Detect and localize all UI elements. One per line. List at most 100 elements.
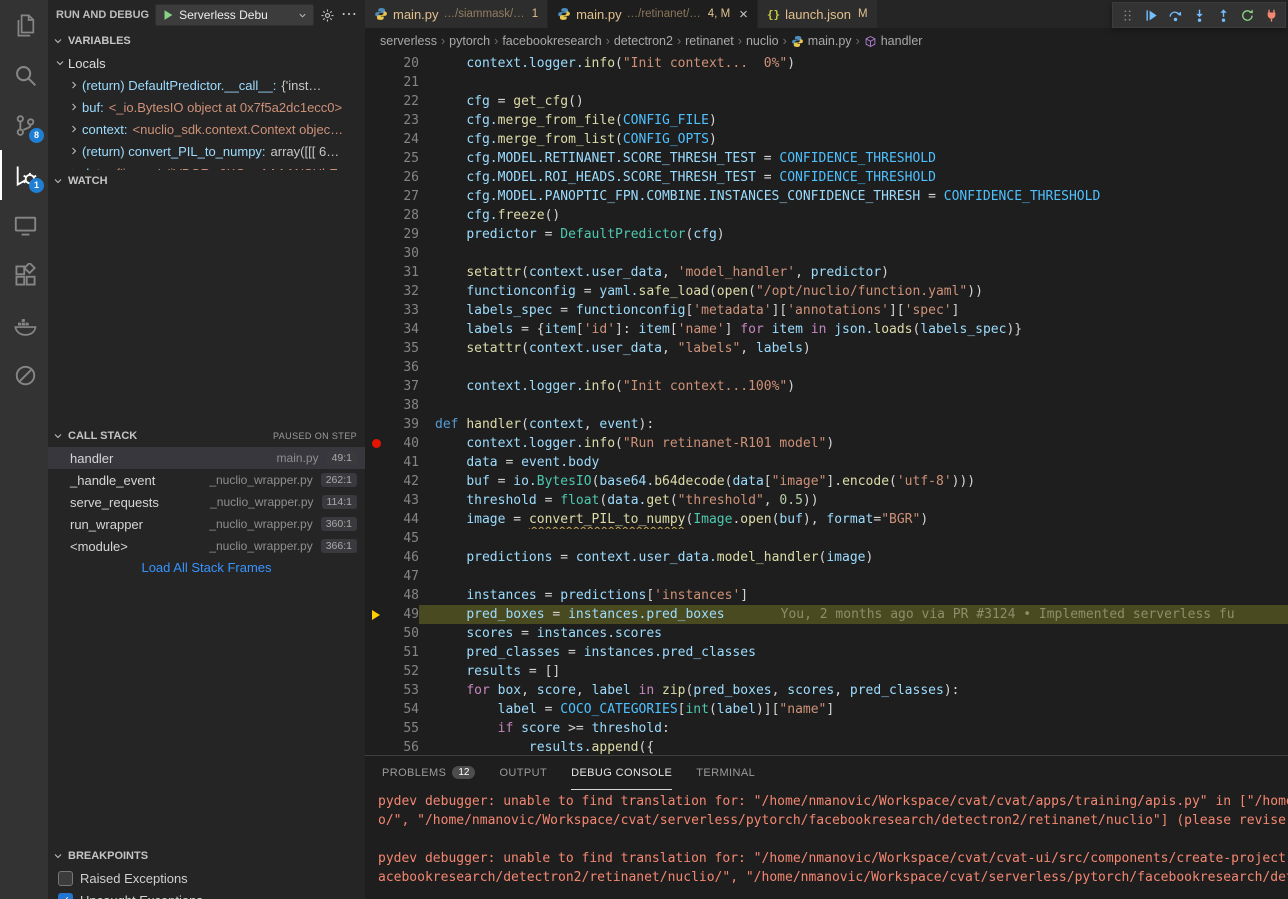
gutter[interactable]: [365, 681, 387, 700]
breadcrumb-item-retinanet[interactable]: retinanet: [685, 34, 734, 48]
breadcrumb-item-facebookresearch[interactable]: facebookresearch: [502, 34, 601, 48]
breadcrumb-item-handler[interactable]: handler: [864, 34, 923, 48]
gutter[interactable]: [365, 472, 387, 491]
current-line-gutter[interactable]: [365, 605, 387, 624]
panel-tab-debug-console[interactable]: DEBUG CONSOLE: [571, 756, 672, 790]
breakpoint-row[interactable]: Raised Exceptions: [48, 867, 365, 889]
code-line-50[interactable]: 50 scores = instances.scores: [365, 624, 1288, 643]
panel-tab-output[interactable]: OUTPUT: [499, 756, 547, 790]
code-line-25[interactable]: 25 cfg.MODEL.RETINANET.SCORE_THRESH_TEST…: [365, 149, 1288, 168]
variable-row[interactable]: buf:<_io.BytesIO object at 0x7f5a2dc1ecc…: [48, 96, 365, 118]
editor-tab-3[interactable]: {}launch.jsonM: [758, 0, 878, 28]
gutter[interactable]: [365, 662, 387, 681]
activity-item-remote-explorer[interactable]: [0, 200, 48, 250]
gutter[interactable]: [365, 643, 387, 662]
debug-console-output[interactable]: pydev debugger: unable to find translati…: [365, 790, 1288, 887]
code-line-30[interactable]: 30: [365, 244, 1288, 263]
code-line-38[interactable]: 38: [365, 396, 1288, 415]
variables-scope-locals[interactable]: Locals: [48, 52, 365, 74]
gutter[interactable]: [365, 92, 387, 111]
gutter[interactable]: [365, 168, 387, 187]
gutter[interactable]: [365, 206, 387, 225]
code-line-52[interactable]: 52 results = []: [365, 662, 1288, 681]
gutter[interactable]: [365, 339, 387, 358]
code-line-20[interactable]: 20 context.logger.info("Init context... …: [365, 54, 1288, 73]
gutter[interactable]: [365, 738, 387, 755]
breadcrumb-item-detectron2[interactable]: detectron2: [614, 34, 673, 48]
gutter[interactable]: [365, 719, 387, 738]
activity-item-search[interactable]: [0, 50, 48, 100]
gutter[interactable]: [365, 529, 387, 548]
start-debugging-icon[interactable]: [161, 8, 175, 22]
more-actions-icon[interactable]: ⋯: [341, 7, 357, 23]
code-editor[interactable]: 20 context.logger.info("Init context... …: [365, 54, 1288, 755]
gutter[interactable]: [365, 320, 387, 339]
gutter[interactable]: [365, 415, 387, 434]
settings-gear-icon[interactable]: [320, 8, 335, 23]
gripper-icon[interactable]: [1115, 3, 1139, 27]
stack-frame[interactable]: <module>_nuclio_wrapper.py366:1: [48, 535, 365, 557]
variables-section-header[interactable]: VARIABLES: [48, 30, 365, 52]
code-line-31[interactable]: 31 setattr(context.user_data, 'model_han…: [365, 263, 1288, 282]
variable-row[interactable]: data:{'image': 'iVBORw0KGgoAAAANSUhE…: [48, 162, 365, 170]
stack-frame[interactable]: _handle_event_nuclio_wrapper.py262:1: [48, 469, 365, 491]
code-line-40[interactable]: 40 context.logger.info("Run retinanet-R1…: [365, 434, 1288, 453]
breadcrumb-item-mainpy[interactable]: main.py: [791, 34, 852, 48]
disconnect-icon[interactable]: [1259, 3, 1283, 27]
gutter[interactable]: [365, 358, 387, 377]
breakpoint-row[interactable]: ✓Uncaught Exceptions: [48, 889, 365, 899]
code-line-54[interactable]: 54 label = COCO_CATEGORIES[int(label)]["…: [365, 700, 1288, 719]
close-icon[interactable]: ×: [739, 7, 748, 22]
stack-frame[interactable]: run_wrapper_nuclio_wrapper.py360:1: [48, 513, 365, 535]
code-line-51[interactable]: 51 pred_classes = instances.pred_classes: [365, 643, 1288, 662]
call-stack-section-header[interactable]: CALL STACK PAUSED ON STEP: [48, 425, 365, 447]
code-line-28[interactable]: 28 cfg.freeze(): [365, 206, 1288, 225]
code-line-42[interactable]: 42 buf = io.BytesIO(base64.b64decode(dat…: [365, 472, 1288, 491]
activity-item-docker[interactable]: [0, 300, 48, 350]
gutter[interactable]: [365, 111, 387, 130]
gutter[interactable]: [365, 624, 387, 643]
gutter[interactable]: [365, 491, 387, 510]
gutter[interactable]: [365, 54, 387, 73]
code-line-46[interactable]: 46 predictions = context.user_data.model…: [365, 548, 1288, 567]
variable-row[interactable]: (return) DefaultPredictor.__call__:{'ins…: [48, 74, 365, 96]
step-into-icon[interactable]: [1187, 3, 1211, 27]
code-line-45[interactable]: 45: [365, 529, 1288, 548]
panel-tab-terminal[interactable]: TERMINAL: [696, 756, 755, 790]
code-line-33[interactable]: 33 labels_spec = functionconfig['metadat…: [365, 301, 1288, 320]
activity-item-source-control[interactable]: 8: [0, 100, 48, 150]
gutter[interactable]: [365, 586, 387, 605]
code-line-56[interactable]: 56 results.append({: [365, 738, 1288, 755]
activity-item-run-and-debug[interactable]: 1: [0, 150, 48, 200]
code-line-27[interactable]: 27 cfg.MODEL.PANOPTIC_FPN.COMBINE.INSTAN…: [365, 187, 1288, 206]
code-line-49[interactable]: 49 pred_boxes = instances.pred_boxesYou,…: [365, 605, 1288, 624]
code-line-26[interactable]: 26 cfg.MODEL.ROI_HEADS.SCORE_THRESH_TEST…: [365, 168, 1288, 187]
gutter[interactable]: [365, 130, 387, 149]
gutter[interactable]: [365, 282, 387, 301]
code-line-47[interactable]: 47: [365, 567, 1288, 586]
gutter[interactable]: [365, 700, 387, 719]
variable-row[interactable]: context:<nuclio_sdk.context.Context obje…: [48, 118, 365, 140]
gutter[interactable]: [365, 244, 387, 263]
editor-tab-1[interactable]: main.py…/siammask/…1: [365, 0, 548, 28]
gutter[interactable]: [365, 548, 387, 567]
breadcrumb-item-nuclio[interactable]: nuclio: [746, 34, 779, 48]
stack-frame[interactable]: serve_requests_nuclio_wrapper.py114:1: [48, 491, 365, 513]
gutter[interactable]: [365, 225, 387, 244]
gutter[interactable]: [365, 263, 387, 282]
code-line-44[interactable]: 44 image = convert_PIL_to_numpy(Image.op…: [365, 510, 1288, 529]
gutter[interactable]: [365, 73, 387, 92]
gutter[interactable]: [365, 453, 387, 472]
activity-item-circle-tool[interactable]: [0, 350, 48, 400]
code-line-55[interactable]: 55 if score >= threshold:: [365, 719, 1288, 738]
breadcrumb-item-pytorch[interactable]: pytorch: [449, 34, 490, 48]
code-line-32[interactable]: 32 functionconfig = yaml.safe_load(open(…: [365, 282, 1288, 301]
breadcrumb-item-serverless[interactable]: serverless: [380, 34, 437, 48]
restart-icon[interactable]: [1235, 3, 1259, 27]
code-line-39[interactable]: 39def handler(context, event):: [365, 415, 1288, 434]
panel-tab-problems[interactable]: PROBLEMS12: [382, 756, 475, 790]
activity-item-extensions[interactable]: [0, 250, 48, 300]
gutter[interactable]: [365, 377, 387, 396]
code-line-36[interactable]: 36: [365, 358, 1288, 377]
continue-icon[interactable]: [1139, 3, 1163, 27]
